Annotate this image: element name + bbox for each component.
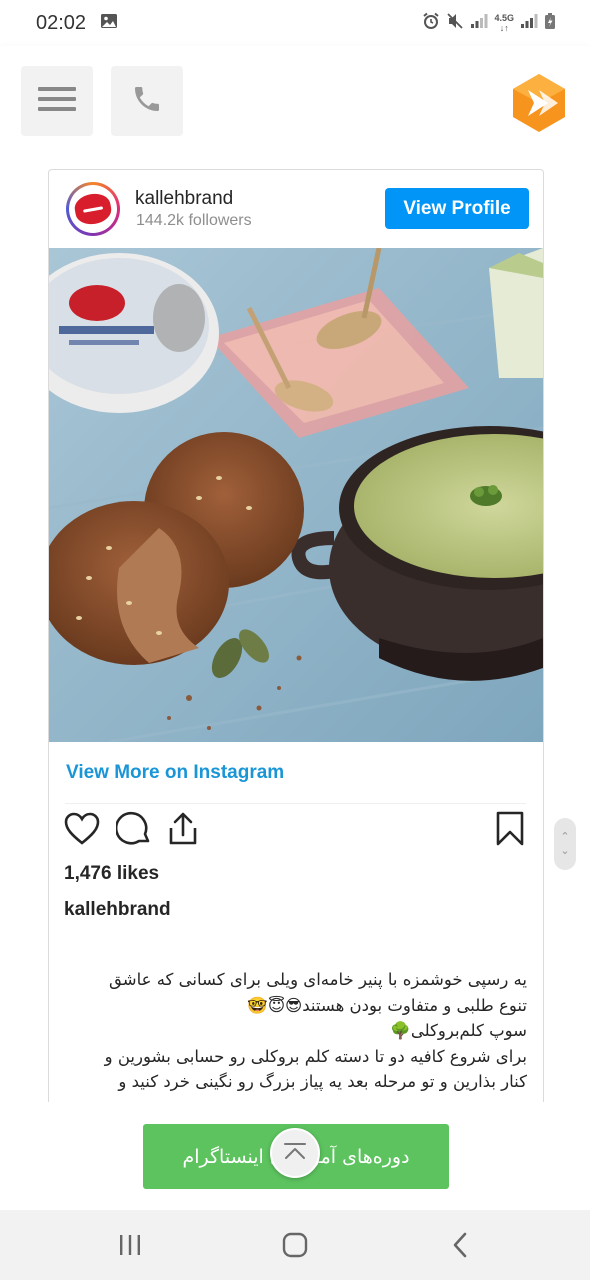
status-left: 02:02 (36, 12, 118, 35)
avatar[interactable] (66, 182, 120, 236)
comment-icon (114, 811, 152, 852)
app-header (0, 46, 590, 160)
bottom-cta-bar: دوره‌های آموزشی اینستاگرام (0, 1102, 590, 1210)
signal-icon-2 (520, 13, 538, 34)
chevron-up-icon (283, 1141, 307, 1166)
home-icon (282, 1232, 308, 1263)
chevron-down-icon: ⌄ (560, 845, 570, 857)
back-button[interactable] (440, 1227, 480, 1267)
caption-line: سوپ کلم‌بروکلی🌳 (390, 1021, 527, 1040)
network-type-label: 4.5G ↓↑ (494, 13, 514, 33)
instagram-profile-header: kallehbrand 144.2k followers View Profil… (49, 170, 543, 248)
caption-username[interactable]: kallehbrand (64, 899, 171, 921)
share-button[interactable] (164, 812, 202, 850)
save-button[interactable] (491, 811, 529, 852)
instagram-post-image[interactable] (49, 248, 543, 742)
divider (65, 803, 526, 804)
post-actions (63, 811, 529, 856)
back-to-top-button[interactable] (270, 1128, 320, 1178)
comment-button[interactable] (114, 811, 153, 852)
mute-icon (446, 12, 464, 35)
kalleh-logo-icon (72, 191, 114, 227)
scroll-indicator[interactable]: ⌃ ⌄ (554, 818, 576, 870)
hamburger-icon (38, 85, 76, 118)
brand-logo[interactable] (508, 72, 570, 134)
back-icon (451, 1232, 469, 1263)
system-navigation-bar (0, 1210, 590, 1280)
view-more-on-instagram-link[interactable]: View More on Instagram (66, 762, 284, 784)
battery-icon (544, 12, 556, 35)
status-time: 02:02 (36, 11, 87, 34)
home-button[interactable] (275, 1227, 315, 1267)
like-button[interactable] (63, 812, 101, 850)
bookmark-icon (495, 811, 525, 852)
profile-username[interactable]: kallehbrand (135, 188, 233, 210)
like-count: 1,476 likes (64, 863, 160, 884)
status-right: 4.5G ↓↑ (422, 12, 556, 35)
alarm-icon (422, 12, 440, 35)
page-content: kallehbrand 144.2k followers View Profil… (0, 160, 590, 1102)
caption-line: تنوع طلبی و متفاوت بودن هستند😎😇🤓 (247, 995, 527, 1015)
view-profile-button[interactable]: View Profile (385, 188, 529, 229)
post-caption: یه رسپی خوشمزه با پنیر خامه‌ای ویلی برای… (65, 967, 527, 1095)
follower-count: 144.2k followers (136, 212, 252, 229)
signal-icon (470, 13, 488, 34)
phone-icon (131, 83, 163, 120)
caption-line: کنار بذارین و تو مرحله بعد یه پیاز بزرگ … (118, 1072, 527, 1091)
recent-apps-icon (118, 1234, 142, 1261)
gallery-icon (100, 13, 118, 34)
network-type-text: 4.5G (494, 13, 514, 23)
status-bar: 02:02 4.5G ↓↑ (0, 0, 590, 46)
caption-line: برای شروع کافیه دو تا دسته کلم بروکلی رو… (104, 1046, 527, 1066)
caption-line: یه رسپی خوشمزه با پنیر خامه‌ای ویلی برای… (108, 970, 527, 989)
share-icon (165, 811, 201, 852)
recent-apps-button[interactable] (110, 1227, 150, 1267)
chevron-up-icon: ⌃ (560, 831, 570, 843)
menu-button[interactable] (21, 66, 93, 136)
heart-icon (64, 812, 100, 851)
instagram-embed-card: kallehbrand 144.2k followers View Profil… (48, 169, 544, 1102)
call-button[interactable] (111, 66, 183, 136)
avatar-inner (69, 185, 117, 233)
